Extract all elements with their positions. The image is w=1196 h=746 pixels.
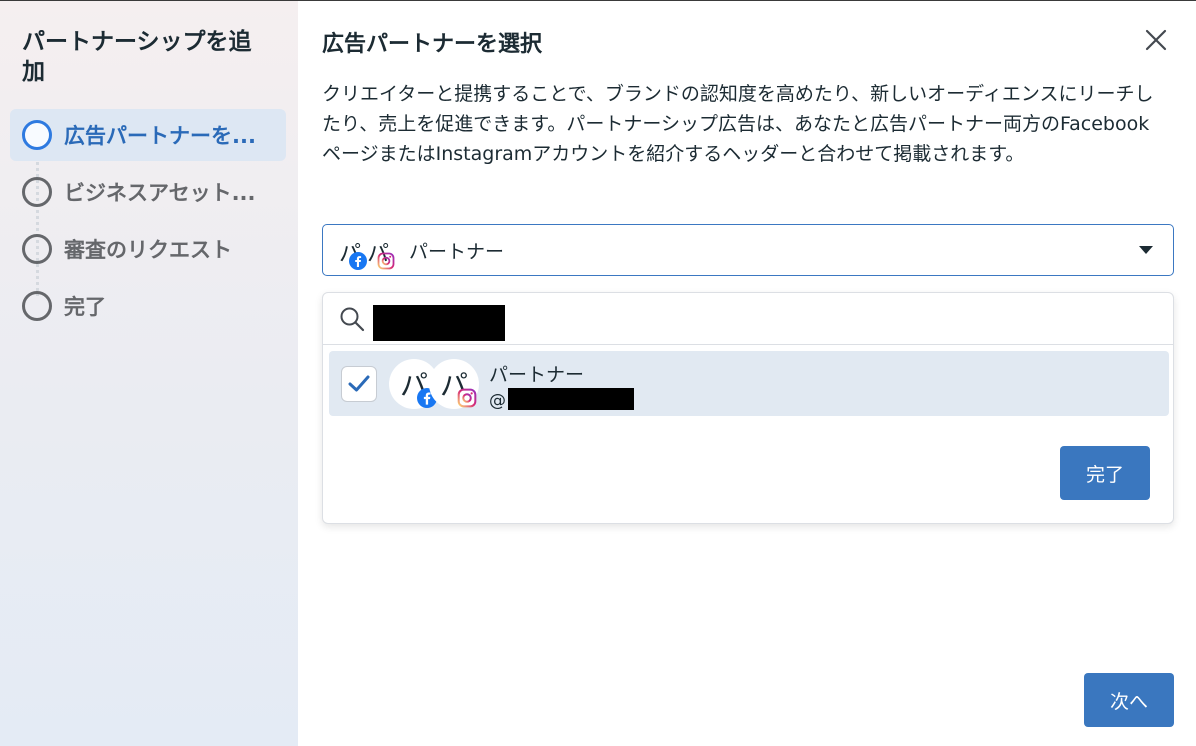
- sidebar: パートナーシップを追加 広告パートナーを... ビジネスアセット... 審査のリ…: [0, 1, 298, 746]
- check-icon: [348, 375, 370, 392]
- step-label: 完了: [64, 295, 106, 319]
- partner-select[interactable]: パ パ パートナー: [322, 224, 1174, 276]
- step-review-request[interactable]: 審査のリクエスト: [10, 223, 286, 275]
- step-indicator-icon: [22, 120, 52, 150]
- partner-instagram-avatar: パ: [429, 359, 479, 409]
- step-complete[interactable]: 完了: [10, 280, 286, 332]
- step-indicator-icon: [22, 291, 52, 321]
- step-indicator-icon: [22, 234, 52, 264]
- partner-avatar-pair: パ パ: [337, 228, 397, 272]
- next-button[interactable]: 次へ: [1084, 673, 1174, 727]
- step-business-assets[interactable]: ビジネスアセット...: [10, 166, 286, 218]
- search-icon: [340, 307, 365, 332]
- step-label: 広告パートナーを...: [64, 124, 256, 148]
- done-button[interactable]: 完了: [1060, 446, 1150, 500]
- step-select-partner[interactable]: 広告パートナーを...: [10, 109, 286, 161]
- search-row: [323, 293, 1173, 345]
- search-input[interactable]: [373, 305, 505, 341]
- step-label: ビジネスアセット...: [64, 181, 256, 205]
- handle-prefix: @: [489, 391, 506, 411]
- caret-down-icon: [1139, 246, 1153, 254]
- step-indicator-icon: [22, 177, 52, 207]
- instagram-icon: [457, 388, 477, 408]
- partner-dropdown: パ パ パートナー @ 完了: [322, 292, 1174, 524]
- facebook-icon: [349, 252, 367, 270]
- partner-name: パートナー: [489, 364, 585, 386]
- sidebar-title: パートナーシップを追加: [22, 29, 252, 85]
- step-label: 審査のリクエスト: [64, 238, 232, 262]
- selected-partner-label: パートナー: [409, 240, 505, 263]
- description-text: クリエイターと提携することで、ブランドの認知度を高めたり、新しいオーディエンスに…: [322, 83, 1154, 165]
- redacted-handle: [508, 388, 634, 410]
- partner-handle: @: [489, 388, 634, 411]
- instagram-icon: [377, 252, 395, 270]
- close-icon: [1145, 29, 1167, 51]
- partner-option[interactable]: パ パ パートナー @: [329, 351, 1169, 416]
- page-title: 広告パートナーを選択: [322, 32, 543, 57]
- option-checkbox[interactable]: [341, 366, 377, 402]
- close-button[interactable]: [1140, 24, 1172, 56]
